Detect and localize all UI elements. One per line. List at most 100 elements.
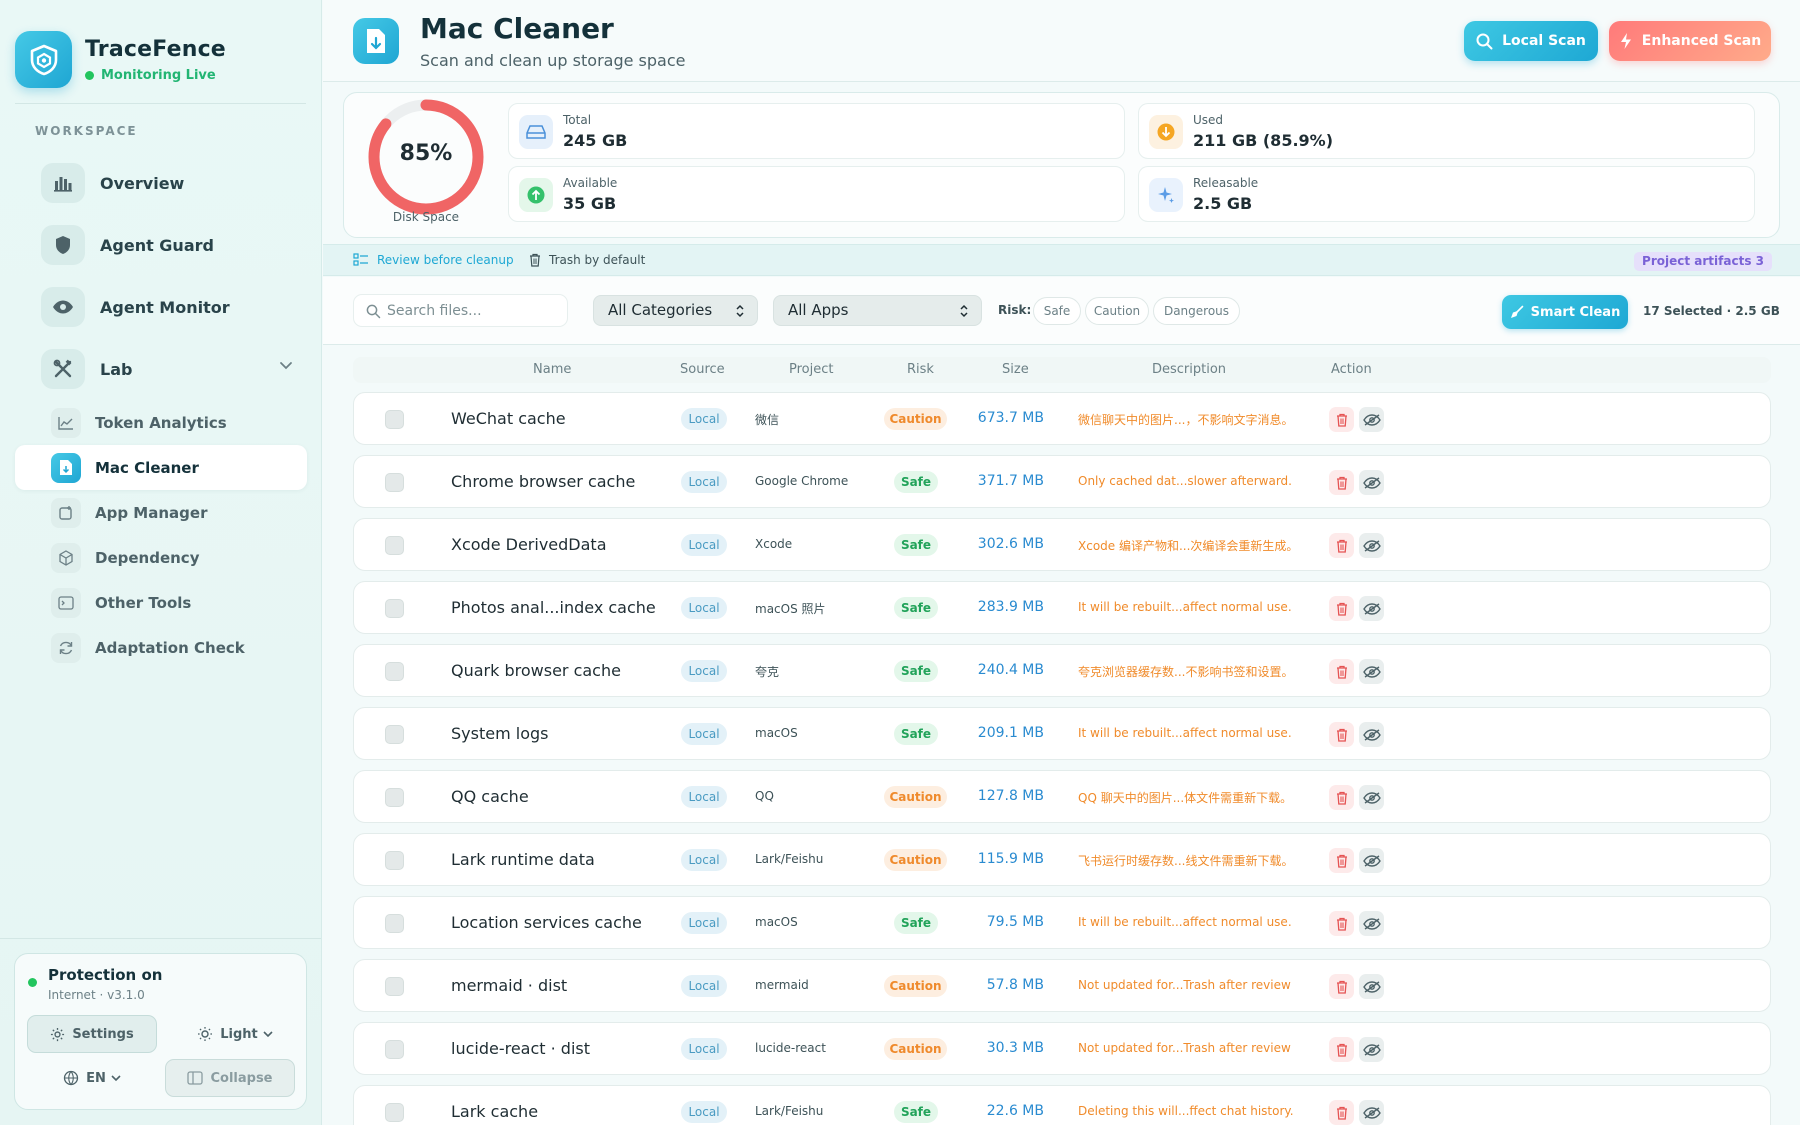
table-row[interactable]: Quark browser cache Local 夸克 Safe 240.4 MB 夸克… <box>353 644 1771 697</box>
brand-name: TraceFence <box>85 36 226 62</box>
table-row[interactable]: Lark runtime data Local Lark/Feishu Caution… <box>353 833 1771 886</box>
delete-button[interactable] <box>1329 596 1354 621</box>
ignore-button[interactable] <box>1359 1037 1384 1062</box>
ignore-button[interactable] <box>1359 596 1384 621</box>
table-row[interactable]: QQ cache Local QQ Caution 127.8 MB QQ 聊天中的图片.… <box>353 770 1771 823</box>
row-checkbox[interactable] <box>385 599 404 618</box>
row-checkbox[interactable] <box>385 914 404 933</box>
chevron-updown-icon <box>960 304 968 318</box>
risk-chip-dangerous[interactable]: Dangerous <box>1153 297 1240 325</box>
eye-off-icon <box>1362 413 1381 426</box>
sidebar-item-token-analytics[interactable]: Token Analytics <box>15 400 307 445</box>
sidebar-item-app-manager[interactable]: App Manager <box>15 490 307 535</box>
table-row[interactable]: lucide-react · dist Local lucide-react Caut… <box>353 1022 1771 1075</box>
chevron-down-icon[interactable] <box>279 360 293 370</box>
delete-button[interactable] <box>1329 1037 1354 1062</box>
risk-chip-caution[interactable]: Caution <box>1085 297 1149 325</box>
ignore-button[interactable] <box>1359 1100 1384 1125</box>
sidebar-item-dependency[interactable]: Dependency <box>15 535 307 580</box>
delete-button[interactable] <box>1329 974 1354 999</box>
column-header-project[interactable]: Project <box>789 362 833 377</box>
arrow-up-circle-icon <box>519 178 553 212</box>
app-select[interactable]: All Apps <box>773 295 982 326</box>
nav-item-agent-guard[interactable]: Agent Guard <box>20 214 305 276</box>
nav-item-agent-monitor[interactable]: Agent Monitor <box>20 276 305 338</box>
table-row[interactable]: Photos anal...index cache Local macOS 照片 Sa… <box>353 581 1771 634</box>
row-checkbox[interactable] <box>385 536 404 555</box>
row-checkbox[interactable] <box>385 725 404 744</box>
row-checkbox[interactable] <box>385 977 404 996</box>
source-badge: Local <box>681 408 727 430</box>
ignore-button[interactable] <box>1359 974 1384 999</box>
delete-button[interactable] <box>1329 848 1354 873</box>
table-row[interactable]: Lark cache Local Lark/Feishu Safe 22.6 MB Del… <box>353 1085 1771 1125</box>
ignore-button[interactable] <box>1359 407 1384 432</box>
brand: TraceFence Monitoring Live <box>15 31 226 88</box>
settings-button[interactable]: Settings <box>27 1015 157 1053</box>
smart-clean-button[interactable]: Smart Clean <box>1502 295 1628 329</box>
sidebar-item-mac-cleaner[interactable]: Mac Cleaner <box>15 445 307 490</box>
delete-button[interactable] <box>1329 470 1354 495</box>
delete-button[interactable] <box>1329 407 1354 432</box>
sidebar-item-other-tools[interactable]: Other Tools <box>15 580 307 625</box>
ignore-button[interactable] <box>1359 785 1384 810</box>
eye-off-icon <box>1362 791 1381 804</box>
row-project: mermaid <box>755 978 809 992</box>
delete-button[interactable] <box>1329 1100 1354 1125</box>
trash-icon <box>1336 791 1347 805</box>
row-description: Not updated for...Trash after review <box>1078 978 1291 992</box>
ignore-button[interactable] <box>1359 659 1384 684</box>
table-row[interactable]: WeChat cache Local 微信 Caution 673.7 MB 微信聊天中的… <box>353 392 1771 445</box>
risk-badge: Caution <box>884 408 947 430</box>
delete-button[interactable] <box>1329 785 1354 810</box>
table-row[interactable]: mermaid · dist Local mermaid Caution 57.8 MB… <box>353 959 1771 1012</box>
ignore-button[interactable] <box>1359 848 1384 873</box>
protection-title: Protection on <box>48 966 163 984</box>
row-checkbox[interactable] <box>385 662 404 681</box>
theme-toggle[interactable]: Light <box>175 1015 295 1053</box>
collapse-sidebar-button[interactable]: Collapse <box>165 1059 295 1097</box>
column-header-source[interactable]: Source <box>680 362 725 377</box>
column-header-size[interactable]: Size <box>1002 362 1029 377</box>
eye-off-icon <box>1362 980 1381 993</box>
row-checkbox[interactable] <box>385 473 404 492</box>
project-artifacts-badge[interactable]: Project artifacts 3 <box>1634 252 1772 271</box>
delete-button[interactable] <box>1329 533 1354 558</box>
column-header-name[interactable]: Name <box>533 362 571 377</box>
delete-button[interactable] <box>1329 722 1354 747</box>
table-row[interactable]: System logs Local macOS Safe 209.1 MB It will… <box>353 707 1771 760</box>
delete-button[interactable] <box>1329 659 1354 684</box>
row-checkbox[interactable] <box>385 410 404 429</box>
local-scan-button[interactable]: Local Scan <box>1464 21 1598 61</box>
ignore-button[interactable] <box>1359 533 1384 558</box>
row-checkbox[interactable] <box>385 788 404 807</box>
row-description: Only cached dat...slower afterward. <box>1078 474 1292 488</box>
table-row[interactable]: Chrome browser cache Local Google Chrome Sa… <box>353 455 1771 508</box>
risk-badge: Safe <box>894 1101 938 1123</box>
ignore-button[interactable] <box>1359 911 1384 936</box>
row-name: WeChat cache <box>451 409 566 428</box>
file-download-icon <box>353 18 399 64</box>
nav-item-overview[interactable]: Overview <box>20 152 305 214</box>
risk-chip-safe[interactable]: Safe <box>1033 297 1081 325</box>
enhanced-scan-button[interactable]: Enhanced Scan <box>1609 21 1771 61</box>
row-checkbox[interactable] <box>385 1103 404 1122</box>
row-checkbox[interactable] <box>385 851 404 870</box>
row-checkbox[interactable] <box>385 1040 404 1059</box>
table-row[interactable]: Xcode DerivedData Local Xcode Safe 302.6 MB X… <box>353 518 1771 571</box>
ignore-button[interactable] <box>1359 470 1384 495</box>
table-row[interactable]: Location services cache Local macOS Safe 79.… <box>353 896 1771 949</box>
category-select[interactable]: All Categories <box>593 295 758 326</box>
broom-icon <box>1510 305 1523 318</box>
source-badge: Local <box>681 975 727 997</box>
ignore-button[interactable] <box>1359 722 1384 747</box>
search-input[interactable] <box>387 295 562 326</box>
row-project: Google Chrome <box>755 474 849 488</box>
column-header-description[interactable]: Description <box>1152 362 1226 377</box>
language-select[interactable]: EN <box>27 1059 157 1097</box>
delete-button[interactable] <box>1329 911 1354 936</box>
sidebar-item-adaptation-check[interactable]: Adaptation Check <box>15 625 307 670</box>
column-header-risk[interactable]: Risk <box>907 362 934 377</box>
nav-item-lab[interactable]: Lab <box>20 338 305 400</box>
trash-icon <box>1336 1043 1347 1057</box>
